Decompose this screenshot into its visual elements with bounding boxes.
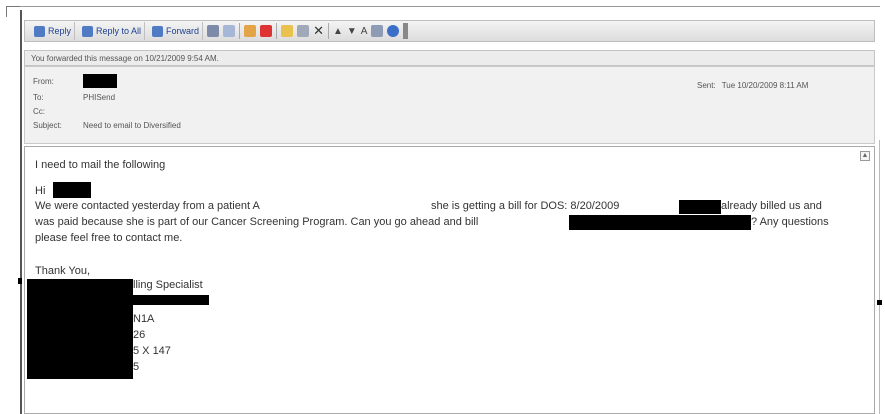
delete-icon[interactable]: ✕ [313, 23, 324, 39]
sent-row: Sent: Tue 10/20/2009 8:11 AM [697, 81, 808, 90]
para1-part2: she is getting a bill for DOS: 8/20/2009 [431, 200, 620, 212]
cc-row: Cc: [33, 107, 65, 116]
forward-label: Forward [166, 26, 200, 36]
toolbar-separator [276, 23, 278, 39]
signature-line2: N1A [133, 313, 155, 325]
greeting-redaction [53, 182, 91, 198]
infobar-text: You forwarded this message on 10/21/2009… [31, 54, 219, 63]
scroll-up-button[interactable]: ▲ [860, 151, 870, 161]
resize-handle-right[interactable] [877, 300, 882, 305]
signoff: Thank You, [35, 265, 91, 277]
right-border [879, 140, 880, 414]
forward-button[interactable]: Forward [149, 22, 204, 40]
para2-part1: was paid because she is part of our Canc… [35, 216, 479, 228]
reply-label: Reply [48, 26, 72, 36]
help-icon[interactable] [387, 25, 400, 37]
para2-part2: ? Any questions [751, 216, 829, 228]
from-redaction [83, 74, 117, 88]
toolbar-grip[interactable] [403, 23, 409, 39]
subject-label: Subject: [33, 121, 62, 130]
signature-redaction-line [125, 295, 209, 305]
forward-icon [152, 25, 164, 37]
para1-part1: We were contacted yesterday from a patie… [35, 200, 260, 212]
to-value[interactable]: PHISend [83, 93, 115, 102]
para3: please feel free to contact me. [35, 232, 183, 244]
rules-icon[interactable] [297, 25, 310, 37]
contacts-icon[interactable] [281, 25, 294, 37]
print-icon[interactable] [207, 25, 220, 37]
to-row: To: PHISend [33, 93, 115, 102]
font-size-icon[interactable]: A [361, 26, 368, 37]
sent-value: Tue 10/20/2009 8:11 AM [721, 81, 809, 90]
move-icon[interactable] [223, 25, 236, 37]
signature-line5: 5 [133, 361, 140, 373]
ruler-top [20, 6, 880, 7]
categorize-icon[interactable] [244, 25, 257, 37]
forwarded-infobar: You forwarded this message on 10/21/2009… [24, 50, 875, 66]
greeting: Hi [35, 185, 45, 197]
para2-redaction [569, 215, 751, 230]
ruler-corner [6, 6, 21, 17]
message-header: From: Sent: Tue 10/20/2009 8:11 AM To: P… [24, 66, 875, 144]
reply-all-icon [82, 25, 94, 37]
email-reading-window: Reply Reply to All Forward ✕ ▲ ▼ A You f… [0, 0, 885, 414]
from-label: From: [33, 77, 54, 86]
para1-redaction [679, 200, 721, 214]
subject-value: Need to email to Diversified [83, 121, 181, 130]
body-line-intro: I need to mail the following [35, 159, 166, 171]
reply-icon [34, 25, 45, 37]
cc-label: Cc: [33, 107, 45, 116]
reply-button[interactable]: Reply [31, 22, 76, 40]
toolbar-separator [327, 23, 329, 39]
message-toolbar: Reply Reply to All Forward ✕ ▲ ▼ A [24, 20, 875, 42]
reply-all-label: Reply to All [96, 26, 142, 36]
subject-row: Subject: Need to email to Diversified [33, 121, 181, 130]
signature-line3: 26 [133, 329, 146, 341]
sent-label: Sent: [697, 81, 716, 90]
reply-all-button[interactable]: Reply to All [79, 22, 146, 40]
para1-part3: already billed us and [721, 200, 822, 212]
window-left-border [20, 10, 22, 414]
down-icon[interactable]: ▼ [347, 26, 357, 37]
from-row: From: [33, 74, 117, 88]
toolbar-separator [239, 23, 241, 39]
up-icon[interactable]: ▲ [333, 26, 343, 37]
message-body[interactable]: ▲ I need to mail the following Hi We wer… [24, 146, 875, 414]
address-book-icon[interactable] [371, 25, 384, 37]
signature-redaction-block [27, 279, 133, 379]
to-label: To: [33, 93, 44, 102]
signature-line4: 5 X 147 [133, 345, 171, 357]
greeting-text: Hi [35, 185, 46, 197]
flag-icon[interactable] [260, 25, 273, 37]
resize-handle-left[interactable] [18, 278, 22, 284]
signature-line1: lling Specialist [133, 279, 203, 291]
